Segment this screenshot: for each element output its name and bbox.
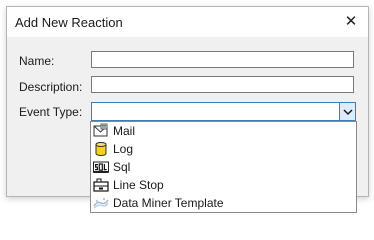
log-icon [95, 142, 107, 156]
dropdown-option-mail[interactable]: Mail [91, 122, 356, 140]
name-label: Name: [19, 54, 55, 68]
description-input[interactable] [91, 76, 354, 93]
line-stop-icon [93, 178, 109, 192]
dropdown-option-log[interactable]: Log [91, 140, 356, 158]
option-label-line-stop: Line Stop [113, 178, 164, 192]
event-type-dropdown-button[interactable] [339, 103, 355, 120]
close-button[interactable]: ✕ [340, 11, 362, 33]
name-input[interactable] [91, 51, 354, 68]
option-label-sql: Sql [113, 160, 131, 174]
title-bar: Add New Reaction ✕ [7, 7, 368, 37]
description-label: Description: [19, 80, 83, 94]
mail-icon [93, 123, 108, 137]
chevron-down-icon [343, 109, 353, 116]
event-type-dropdown-list: Mail Log Sql Line Stop Data Miner Templa… [90, 121, 357, 213]
option-label-data-miner-template: Data Miner Template [113, 196, 224, 210]
dropdown-option-sql[interactable]: Sql [91, 158, 356, 176]
option-label-log: Log [113, 142, 134, 156]
sql-icon [93, 161, 109, 173]
event-type-select[interactable] [91, 102, 356, 121]
data-miner-template-icon [93, 198, 109, 209]
event-type-label: Event Type: [19, 105, 83, 119]
option-label-mail: Mail [113, 124, 136, 138]
dialog-title: Add New Reaction [15, 15, 123, 30]
dropdown-option-data-miner-template[interactable]: Data Miner Template [91, 194, 356, 212]
dropdown-option-line-stop[interactable]: Line Stop [91, 176, 356, 194]
close-icon: ✕ [344, 13, 358, 30]
